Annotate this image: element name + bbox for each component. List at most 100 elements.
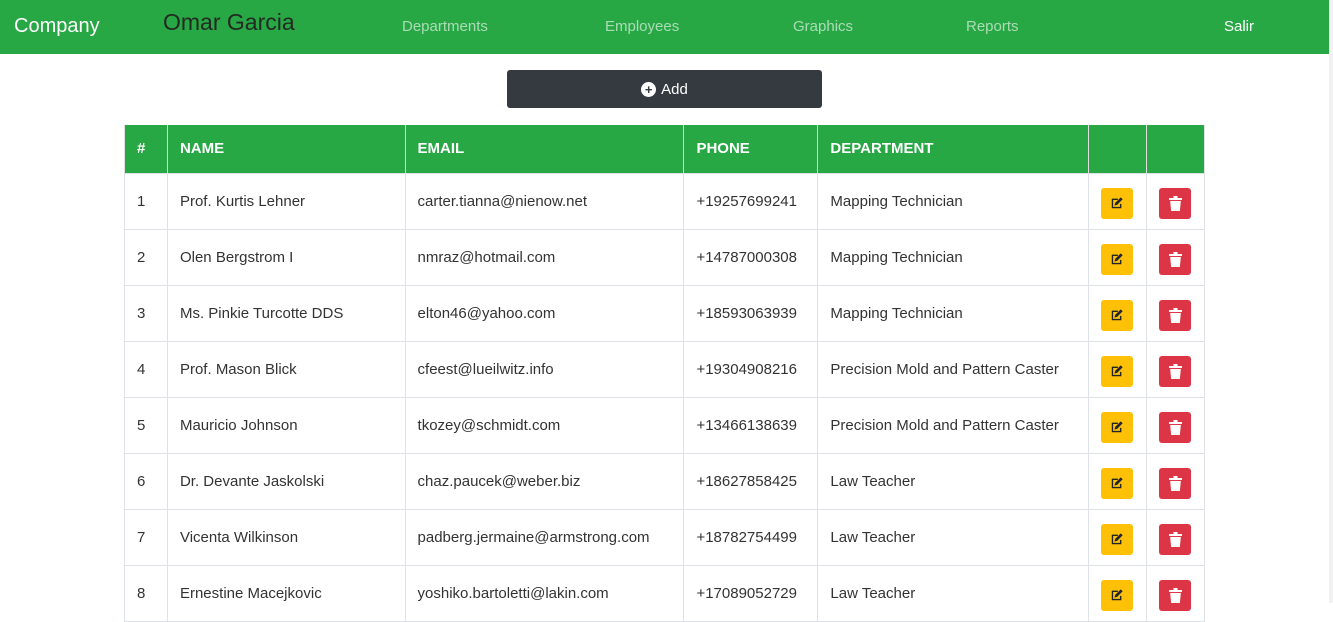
table-row: 3 Ms. Pinkie Turcotte DDS elton46@yahoo.co… <box>124 284 1206 342</box>
user-name: Omar Garcia <box>163 9 295 35</box>
row-department: Mapping Technician <box>817 228 1089 286</box>
row-name: Prof. Mason Blick <box>166 340 406 398</box>
delete-button[interactable] <box>1159 467 1192 499</box>
row-delete-cell <box>1145 228 1206 286</box>
edit-button[interactable] <box>1101 187 1134 219</box>
row-edit-cell <box>1087 508 1147 566</box>
row-edit-cell <box>1087 172 1147 230</box>
row-name: Vicenta Wilkinson <box>166 508 406 566</box>
header-email: EMAIL <box>404 125 685 173</box>
edit-button[interactable] <box>1101 243 1134 275</box>
row-number: 7 <box>124 508 168 566</box>
scrollbar[interactable] <box>1329 0 1333 603</box>
edit-button[interactable] <box>1101 411 1134 443</box>
logout-link[interactable]: Salir <box>1224 18 1254 35</box>
trash-icon <box>1168 363 1182 379</box>
trash-icon <box>1168 195 1182 211</box>
row-name: Prof. Kurtis Lehner <box>166 172 406 230</box>
row-department: Mapping Technician <box>817 284 1089 342</box>
row-edit-cell <box>1087 564 1147 622</box>
table-row: 8 Ernestine Macejkovic yoshiko.bartoletti@… <box>124 564 1206 622</box>
row-email: yoshiko.bartoletti@lakin.com <box>404 564 685 622</box>
edit-button[interactable] <box>1101 355 1134 387</box>
header-number: # <box>124 125 168 173</box>
edit-icon <box>1110 476 1124 490</box>
row-department: Mapping Technician <box>817 172 1089 230</box>
row-number: 4 <box>124 340 168 398</box>
row-number: 3 <box>124 284 168 342</box>
plus-circle-icon: + <box>641 81 657 97</box>
row-delete-cell <box>1145 172 1206 230</box>
delete-button[interactable] <box>1159 579 1192 611</box>
row-email: nmraz@hotmail.com <box>404 228 685 286</box>
row-name: Dr. Devante Jaskolski <box>166 452 406 510</box>
add-button-label: Add <box>661 80 688 98</box>
row-email: carter.tianna@nienow.net <box>404 172 685 230</box>
header-edit <box>1087 125 1147 173</box>
row-phone: +18782754499 <box>683 508 819 566</box>
row-name: Ms. Pinkie Turcotte DDS <box>166 284 406 342</box>
row-edit-cell <box>1087 396 1147 454</box>
employees-table: # NAME EMAIL PHONE DEPARTMENT 1 Prof. Kur… <box>124 125 1206 622</box>
row-email: chaz.paucek@weber.biz <box>404 452 685 510</box>
row-phone: +19257699241 <box>683 172 819 230</box>
nav-departments[interactable]: Departments <box>402 18 488 35</box>
trash-icon <box>1168 587 1182 603</box>
header-department: DEPARTMENT <box>817 125 1089 173</box>
edit-button[interactable] <box>1101 523 1134 555</box>
delete-button[interactable] <box>1159 355 1192 387</box>
delete-button[interactable] <box>1159 187 1192 219</box>
table-header-row: # NAME EMAIL PHONE DEPARTMENT <box>124 125 1206 173</box>
trash-icon <box>1168 251 1182 267</box>
row-department: Law Teacher <box>817 508 1089 566</box>
row-number: 8 <box>124 564 168 622</box>
trash-icon <box>1168 307 1182 323</box>
row-department: Precision Mold and Pattern Caster <box>817 340 1089 398</box>
row-email: cfeest@lueilwitz.info <box>404 340 685 398</box>
add-button[interactable]: + Add <box>507 70 822 108</box>
row-department: Law Teacher <box>817 564 1089 622</box>
row-edit-cell <box>1087 228 1147 286</box>
edit-button[interactable] <box>1101 299 1134 331</box>
navbar: Company Omar Garcia Departments Employee… <box>0 0 1329 54</box>
row-phone: +17089052729 <box>683 564 819 622</box>
nav-employees[interactable]: Employees <box>605 18 679 35</box>
delete-button[interactable] <box>1159 411 1192 443</box>
table-row: 5 Mauricio Johnson tkozey@schmidt.com +1346… <box>124 396 1206 454</box>
delete-button[interactable] <box>1159 299 1192 331</box>
delete-button[interactable] <box>1159 243 1192 275</box>
row-number: 1 <box>124 172 168 230</box>
row-department: Precision Mold and Pattern Caster <box>817 396 1089 454</box>
header-phone: PHONE <box>683 125 819 173</box>
row-phone: +18627858425 <box>683 452 819 510</box>
row-delete-cell <box>1145 564 1206 622</box>
row-edit-cell <box>1087 284 1147 342</box>
row-edit-cell <box>1087 452 1147 510</box>
row-name: Mauricio Johnson <box>166 396 406 454</box>
edit-button[interactable] <box>1101 579 1134 611</box>
brand[interactable]: Company <box>14 15 100 38</box>
edit-icon <box>1110 588 1124 602</box>
edit-icon <box>1110 252 1124 266</box>
row-name: Olen Bergstrom I <box>166 228 406 286</box>
edit-icon <box>1110 532 1124 546</box>
header-name: NAME <box>166 125 406 173</box>
row-department: Law Teacher <box>817 452 1089 510</box>
row-number: 5 <box>124 396 168 454</box>
row-phone: +19304908216 <box>683 340 819 398</box>
delete-button[interactable] <box>1159 523 1192 555</box>
row-phone: +14787000308 <box>683 228 819 286</box>
row-delete-cell <box>1145 452 1206 510</box>
row-delete-cell <box>1145 508 1206 566</box>
nav-graphics[interactable]: Graphics <box>793 18 853 35</box>
trash-icon <box>1168 419 1182 435</box>
edit-button[interactable] <box>1101 467 1134 499</box>
row-email: padberg.jermaine@armstrong.com <box>404 508 685 566</box>
row-number: 2 <box>124 228 168 286</box>
row-delete-cell <box>1145 284 1206 342</box>
edit-icon <box>1110 364 1124 378</box>
row-email: tkozey@schmidt.com <box>404 396 685 454</box>
edit-icon <box>1110 420 1124 434</box>
nav-reports[interactable]: Reports <box>966 18 1019 35</box>
table-row: 1 Prof. Kurtis Lehner carter.tianna@nienow… <box>124 172 1206 230</box>
